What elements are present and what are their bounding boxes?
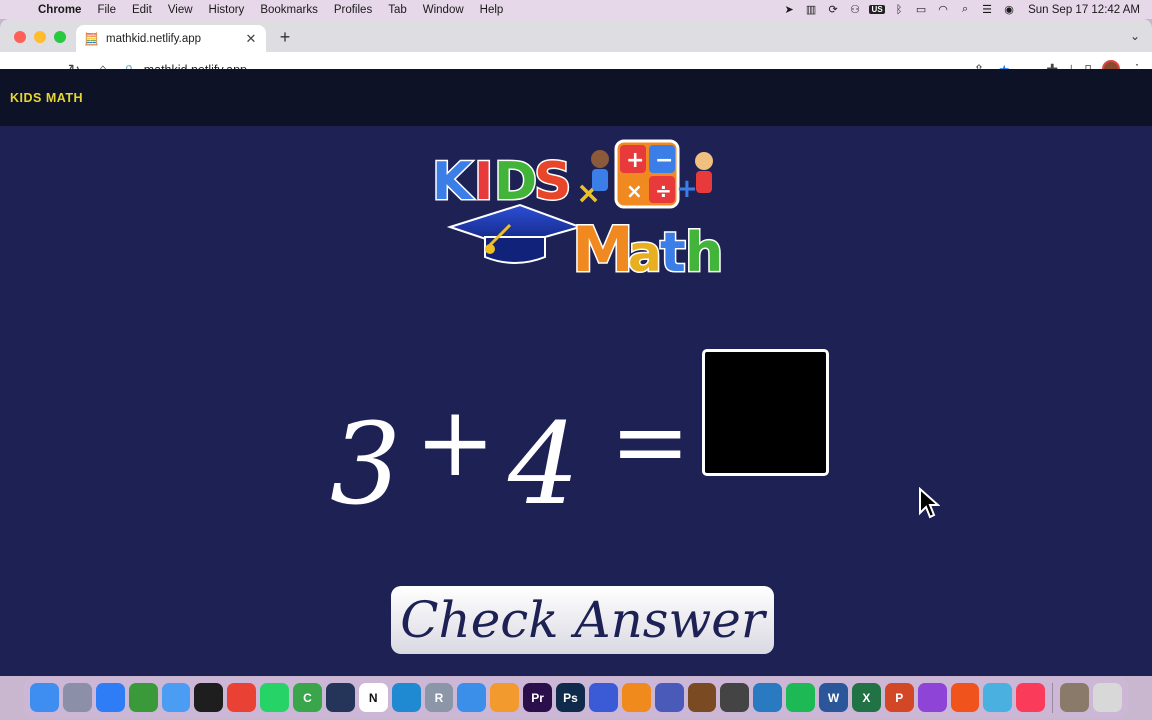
- dock-separator: [1052, 682, 1054, 713]
- siri-icon[interactable]: ◉: [998, 3, 1020, 16]
- spotify-icon[interactable]: [786, 683, 816, 712]
- menu-file[interactable]: File: [89, 4, 124, 16]
- kids-math-logo: K I D S + − × ÷ × + M a t h: [431, 139, 725, 277]
- svg-text:S: S: [534, 152, 571, 212]
- music-icon[interactable]: [1016, 683, 1046, 712]
- svg-text:+: +: [626, 148, 644, 173]
- accessibility-icon[interactable]: ⚇: [844, 3, 866, 16]
- keynote-icon[interactable]: [457, 683, 487, 712]
- brave-icon[interactable]: [950, 683, 980, 712]
- minimize-window-button[interactable]: [34, 31, 46, 43]
- answer-input[interactable]: [702, 349, 829, 476]
- tab-title: mathkid.netlify.app: [106, 32, 202, 45]
- photoshop-icon[interactable]: Ps: [556, 683, 585, 712]
- spotlight-icon[interactable]: ⌕: [954, 3, 976, 16]
- wood-circle-icon[interactable]: [687, 683, 717, 712]
- menubar-clock[interactable]: Sun Sep 17 12:42 AM: [1020, 4, 1140, 16]
- whatsapp-icon[interactable]: [260, 683, 290, 712]
- operator-plus: +: [415, 386, 496, 498]
- finder-icon[interactable]: [30, 683, 59, 712]
- wifi-icon[interactable]: ◠: [932, 3, 954, 16]
- close-window-button[interactable]: [14, 31, 26, 43]
- svg-text:D: D: [494, 152, 537, 212]
- headset-app-icon[interactable]: [654, 683, 684, 712]
- powerpoint-icon[interactable]: P: [884, 683, 914, 712]
- tab-close-icon[interactable]: ✕: [244, 31, 258, 47]
- mail-icon[interactable]: [161, 683, 191, 712]
- notion-icon[interactable]: N: [358, 683, 388, 712]
- operand-a: 3: [330, 400, 402, 530]
- new-tab-button[interactable]: +: [276, 27, 294, 48]
- premiere-icon[interactable]: Pr: [523, 683, 553, 712]
- vscode-icon[interactable]: [391, 683, 421, 712]
- web-page: KIDS MATH K I D S + − × ÷ × + M a t h 3 …: [0, 69, 1152, 657]
- svg-text:×: ×: [626, 179, 643, 203]
- vlc-icon[interactable]: [621, 683, 651, 712]
- bluetooth-icon[interactable]: ᛒ: [888, 4, 910, 16]
- bird-app-icon[interactable]: [325, 683, 355, 712]
- tab-mathkid[interactable]: 🧮 mathkid.netlify.app ✕: [76, 25, 266, 52]
- macos-dock: C N R Pr Ps W X P: [24, 677, 1128, 718]
- site-favicon-icon: 🧮: [84, 31, 99, 46]
- safari-icon[interactable]: [95, 683, 125, 712]
- location-icon[interactable]: ➤: [778, 3, 800, 16]
- tab-strip: 🧮 mathkid.netlify.app ✕ + ⌄: [0, 19, 1152, 52]
- site-navbar: KIDS MATH: [0, 69, 1152, 126]
- sync-icon[interactable]: ⟳: [822, 3, 844, 16]
- check-answer-button[interactable]: Check Answer: [391, 586, 774, 654]
- svg-text:K: K: [432, 152, 474, 212]
- menu-help[interactable]: Help: [472, 4, 512, 16]
- mouse-cursor-icon: [919, 487, 940, 519]
- equals-sign: =: [610, 386, 691, 498]
- menu-bookmarks[interactable]: Bookmarks: [252, 4, 326, 16]
- trash-icon[interactable]: [1093, 683, 1122, 712]
- svg-text:÷: ÷: [655, 179, 672, 203]
- input-source-icon[interactable]: US: [869, 5, 886, 14]
- window-controls: [14, 31, 66, 43]
- camtasia-icon[interactable]: C: [293, 683, 322, 712]
- menu-profiles[interactable]: Profiles: [326, 4, 380, 16]
- chess-icon[interactable]: [720, 683, 750, 712]
- word-icon[interactable]: W: [819, 683, 848, 712]
- excel-icon[interactable]: X: [851, 683, 881, 712]
- svg-text:+: +: [676, 174, 698, 204]
- svg-text:a: a: [628, 225, 662, 277]
- r-lang-icon[interactable]: R: [424, 683, 454, 712]
- menu-tab[interactable]: Tab: [380, 4, 415, 16]
- battery-icon[interactable]: ▭: [910, 3, 932, 16]
- infuse-icon[interactable]: [588, 683, 618, 712]
- operand-b: 4: [508, 400, 580, 530]
- menu-bar: Chrome File Edit View History Bookmarks …: [0, 0, 1152, 19]
- menu-view[interactable]: View: [160, 4, 201, 16]
- fullscreen-window-button[interactable]: [54, 31, 66, 43]
- site-brand[interactable]: KIDS MATH: [10, 91, 83, 105]
- menu-app-name[interactable]: Chrome: [30, 4, 89, 16]
- podcasts-icon[interactable]: [917, 683, 947, 712]
- preview-icon[interactable]: [983, 683, 1013, 712]
- menu-history[interactable]: History: [201, 4, 253, 16]
- svg-text:t: t: [660, 221, 686, 277]
- chrome-icon[interactable]: [227, 683, 257, 712]
- tab-search-chevron-icon[interactable]: ⌄: [1130, 29, 1140, 43]
- svg-text:h: h: [685, 221, 723, 277]
- control-center-icon[interactable]: ☰: [976, 3, 998, 16]
- proxyman-icon[interactable]: [753, 683, 783, 712]
- launchpad-icon[interactable]: [62, 683, 92, 712]
- menu-edit[interactable]: Edit: [124, 4, 160, 16]
- svg-text:−: −: [655, 148, 673, 173]
- svg-text:I: I: [474, 152, 493, 212]
- books-icon[interactable]: [490, 683, 520, 712]
- figma-icon[interactable]: [194, 683, 224, 712]
- downloads-stack-icon[interactable]: [1060, 683, 1090, 712]
- svg-text:M: M: [572, 213, 634, 277]
- sidebar-icon[interactable]: ▥: [800, 3, 822, 16]
- activity-ring-icon[interactable]: [128, 683, 158, 712]
- menu-window[interactable]: Window: [415, 4, 472, 16]
